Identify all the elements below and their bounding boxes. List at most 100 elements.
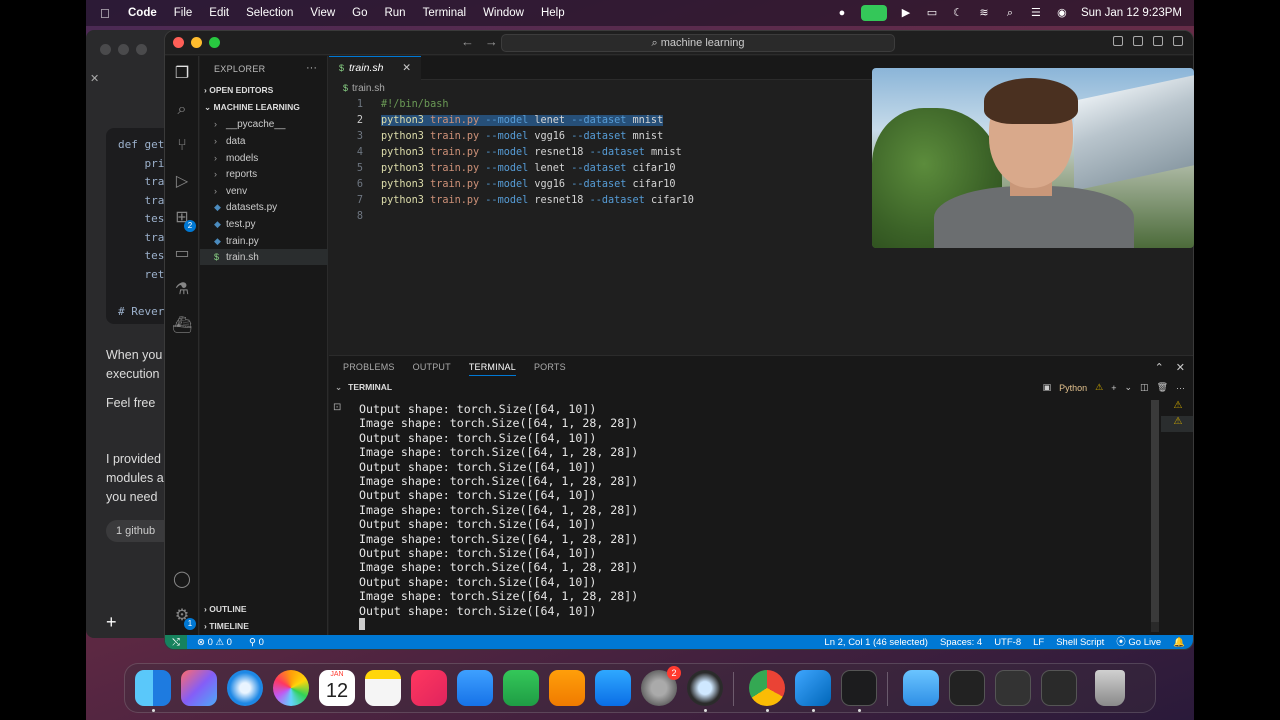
bell-icon[interactable]: 🔔 — [1173, 635, 1185, 649]
minimized-window-chrome-2[interactable] — [1041, 670, 1077, 706]
photos-icon[interactable] — [273, 670, 309, 706]
remote-indicator-icon[interactable]: ⤭ — [165, 635, 187, 649]
docker-icon[interactable]: ⛴ — [172, 316, 192, 336]
run-debug-icon[interactable]: ▷ — [172, 172, 192, 192]
testing-icon[interactable]: ⚗ — [172, 280, 192, 300]
chevron-down-icon[interactable]: ⌄ — [1125, 382, 1133, 393]
go-live-button[interactable]: ⦿ Go Live — [1116, 635, 1161, 649]
command-center[interactable]: ⌕ machine learning — [501, 34, 895, 52]
file-test-py[interactable]: ◆ test.py — [200, 216, 328, 232]
file-datasets-py[interactable]: ◆ datasets.py — [200, 199, 328, 215]
customize-layout-icon[interactable] — [1173, 36, 1183, 46]
forward-arrow-icon[interactable]: → — [485, 34, 498, 49]
account-icon[interactable]: ◯ — [172, 570, 192, 590]
notes-icon[interactable] — [365, 670, 401, 706]
ports-status[interactable]: ⚲ 0 — [249, 635, 264, 649]
close-light[interactable] — [173, 37, 184, 48]
terminal-scrollbar[interactable] — [1151, 400, 1159, 632]
safari-icon[interactable] — [227, 670, 263, 706]
menu-selection[interactable]: Selection — [246, 7, 293, 19]
search-icon[interactable]: ⌕ — [172, 100, 192, 120]
explorer-icon[interactable]: ❐ — [172, 64, 192, 84]
trash-icon[interactable]: 🗑 — [1157, 382, 1168, 393]
close-icon[interactable]: ✕ — [90, 72, 99, 85]
pages-icon[interactable] — [549, 670, 585, 706]
terminal-instance-2[interactable]: ⚠ — [1161, 416, 1193, 432]
extensions-icon[interactable]: ⊞ 2 — [172, 208, 196, 232]
menu-edit[interactable]: Edit — [209, 7, 229, 19]
remote-explorer-icon[interactable]: ▭ — [172, 244, 192, 264]
minimized-window-chrome[interactable] — [995, 670, 1031, 706]
record-icon[interactable]: ● — [835, 7, 849, 19]
search-icon[interactable]: ⌕ — [1003, 7, 1017, 19]
tab-ports[interactable]: PORTS — [534, 362, 566, 376]
bg-min-light[interactable] — [118, 44, 129, 55]
moon-icon[interactable]: ☾ — [951, 7, 965, 19]
file-train-sh[interactable]: $ train.sh — [200, 249, 328, 265]
keynote-icon[interactable] — [457, 670, 493, 706]
gear-icon[interactable]: ⚙ 1 — [172, 606, 196, 630]
more-actions-icon[interactable]: ··· — [1176, 383, 1185, 393]
menu-help[interactable]: Help — [541, 7, 565, 19]
toggle-panel-icon[interactable] — [1133, 36, 1143, 46]
battery-icon[interactable]: ▭ — [925, 7, 939, 19]
folder-pycache[interactable]: › __pycache__ — [200, 116, 328, 132]
calendar-icon[interactable]: JAN 12 — [319, 670, 355, 706]
cursor-position[interactable]: Ln 2, Col 1 (46 selected) — [824, 635, 928, 649]
numbers-icon[interactable] — [503, 670, 539, 706]
file-train-py[interactable]: ◆ train.py — [200, 233, 328, 249]
control-center-icon[interactable]: ☰ — [1029, 7, 1043, 19]
menu-file[interactable]: File — [174, 7, 193, 19]
workspace-root[interactable]: ⌄ MACHINE LEARNING — [204, 102, 300, 113]
app-store-icon[interactable] — [595, 670, 631, 706]
indentation[interactable]: Spaces: 4 — [940, 635, 982, 649]
vscode-icon[interactable] — [795, 670, 831, 706]
background-window[interactable]: ✕ def get pri tra tra tes tra tes ret # R… — [86, 30, 176, 638]
chrome-icon[interactable] — [749, 670, 785, 706]
news-icon[interactable] — [411, 670, 447, 706]
toggle-secondary-sidebar-icon[interactable] — [1153, 36, 1163, 46]
facetime-icon[interactable] — [860, 5, 887, 21]
maximize-panel-icon[interactable]: ⌃ — [1155, 361, 1164, 374]
downloads-folder-icon[interactable] — [903, 670, 939, 706]
bg-max-light[interactable] — [136, 44, 147, 55]
maximize-light[interactable] — [209, 37, 220, 48]
breadcrumb[interactable]: $ train.sh — [343, 83, 385, 94]
folder-venv[interactable]: › venv — [200, 183, 328, 199]
folder-data[interactable]: › data — [200, 133, 328, 149]
system-settings-icon[interactable]: 2 — [641, 666, 681, 706]
outline-section[interactable]: › OUTLINE — [204, 604, 247, 614]
menu-app-name[interactable]: Code — [128, 7, 157, 19]
terminal-output[interactable]: Output shape: torch.Size([64, 10]) Image… — [359, 402, 1149, 632]
back-arrow-icon[interactable]: ← — [461, 34, 474, 49]
plus-icon[interactable]: + — [106, 612, 117, 633]
tab-problems[interactable]: PROBLEMS — [343, 362, 395, 376]
minimize-light[interactable] — [191, 37, 202, 48]
close-tab-icon[interactable]: ✕ — [402, 57, 411, 79]
open-editors-section[interactable]: › OPEN EDITORS — [204, 85, 273, 95]
finder-icon[interactable] — [135, 670, 171, 706]
language-mode[interactable]: Shell Script — [1056, 635, 1104, 649]
terminal-icon[interactable] — [841, 670, 877, 706]
trash-icon[interactable] — [1095, 670, 1125, 706]
menu-window[interactable]: Window — [483, 7, 524, 19]
problems-status[interactable]: ⊗ 0 ⚠ 0 — [197, 635, 232, 649]
terminal-shell-label[interactable]: Python — [1059, 383, 1087, 393]
menu-go[interactable]: Go — [352, 7, 367, 19]
tab-train-sh[interactable]: $ train.sh ✕ — [329, 56, 421, 80]
line-ending[interactable]: LF — [1033, 635, 1044, 649]
scrollbar-thumb[interactable] — [1151, 400, 1159, 622]
siri-icon[interactable]: ◉ — [1055, 7, 1069, 19]
toggle-sidebar-icon[interactable] — [1113, 36, 1123, 46]
timeline-section[interactable]: › TIMELINE — [204, 621, 249, 631]
folder-models[interactable]: › models — [200, 150, 328, 166]
close-panel-icon[interactable]: ✕ — [1176, 361, 1185, 374]
wifi-icon[interactable]: ≋ — [977, 7, 991, 19]
quicktime-icon[interactable] — [687, 670, 723, 706]
more-actions-icon[interactable]: ··· — [306, 62, 317, 74]
bg-close-light[interactable] — [100, 44, 111, 55]
menu-run[interactable]: Run — [384, 7, 405, 19]
folder-reports[interactable]: › reports — [200, 166, 328, 182]
terminal-section-header[interactable]: ⌄ TERMINAL — [335, 382, 392, 393]
terminal-instance-1[interactable]: ⚠ — [1161, 400, 1193, 416]
